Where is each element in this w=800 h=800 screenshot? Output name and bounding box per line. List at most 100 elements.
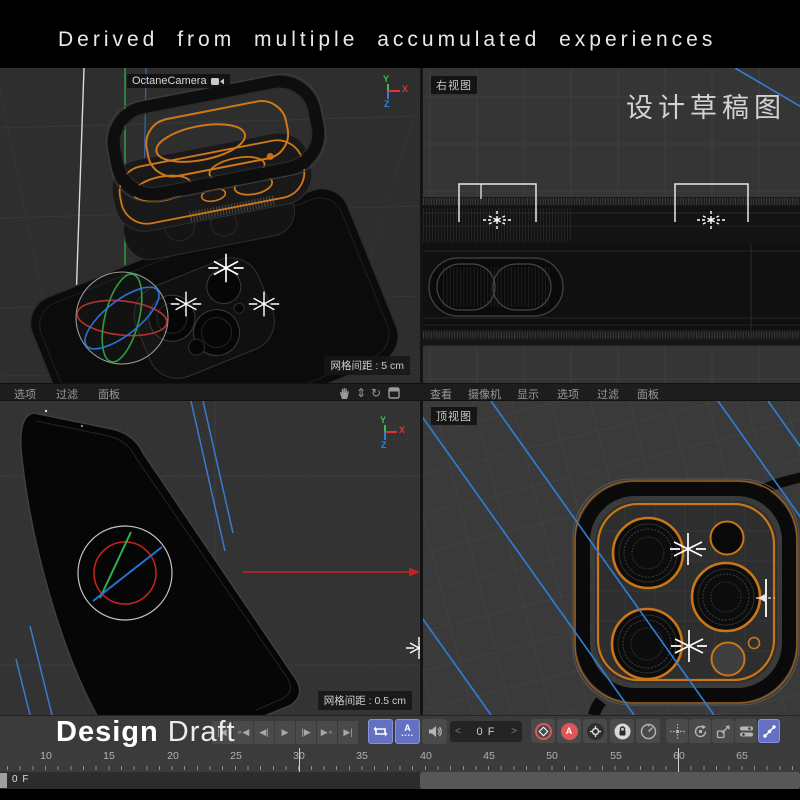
point-level-animation-icon xyxy=(762,724,777,739)
frame-value: 0 F xyxy=(477,726,496,738)
rotate-view-icon[interactable]: ↻ xyxy=(371,386,385,400)
bottom-margin xyxy=(0,789,800,800)
ruler-number: 20 xyxy=(158,750,188,762)
timeline-scrollbar[interactable] xyxy=(420,772,800,789)
frame-increment-arrow[interactable]: > xyxy=(511,726,517,737)
grid-spacing-label: 网格间距 : 5 cm xyxy=(324,356,410,375)
axis-z-label: Z xyxy=(381,440,387,450)
key-rotation-button[interactable] xyxy=(689,719,711,743)
camera-label[interactable]: OctaneCamera xyxy=(127,74,230,88)
viewport-perspective[interactable]: OctaneCamera Y X Z 网格间距 : 5 cm xyxy=(0,68,420,383)
watermark-text: 设计草稿图 xyxy=(626,86,786,125)
next-key-icon: ▶∘ xyxy=(321,727,334,738)
loop-icon xyxy=(373,725,388,738)
menu-filter-left[interactable]: 过滤 xyxy=(56,386,78,402)
viewport-back-view[interactable]: Y X Z 网格间距 : 0.5 cm xyxy=(0,401,420,715)
ruler-number: 50 xyxy=(537,750,567,762)
menu-camera[interactable]: 摄像机 xyxy=(468,386,501,402)
banner-title: Derived from multiple accumulated experi… xyxy=(58,28,716,52)
sound-button[interactable] xyxy=(422,719,447,744)
next-key-button[interactable]: ▶∘ xyxy=(317,721,338,744)
record-keyframe-icon xyxy=(535,723,552,740)
zoom-updown-icon[interactable]: ⇕ xyxy=(356,386,370,400)
play-icon: ▶ xyxy=(282,727,289,738)
axis-z-line xyxy=(384,432,386,440)
lock-icon xyxy=(614,723,631,740)
ruler-number: 15 xyxy=(94,750,124,762)
current-frame-field[interactable]: < 0 F > xyxy=(450,721,522,742)
axis-y-label: Y xyxy=(380,415,386,425)
key-position-button[interactable] xyxy=(666,719,688,743)
goto-end-icon: ▶| xyxy=(343,727,352,738)
perspective-canvas[interactable] xyxy=(0,68,420,383)
rotation-icon xyxy=(693,724,708,739)
ruler-number: 10 xyxy=(31,750,61,762)
menu-filter-right[interactable]: 过滤 xyxy=(597,386,619,402)
ruler-number: 45 xyxy=(474,750,504,762)
menu-display[interactable]: 显示 xyxy=(517,386,539,402)
menu-options-right[interactable]: 选项 xyxy=(557,386,579,402)
menu-panel-right[interactable]: 面板 xyxy=(637,386,659,402)
camera-icon xyxy=(211,77,225,86)
current-frame-label: 0 F xyxy=(12,774,29,785)
keyframe-display-button[interactable]: A ▪▪▪▪ xyxy=(395,719,420,744)
menu-panel-left[interactable]: 面板 xyxy=(98,386,120,402)
keyframe-display-icon: A ▪▪▪▪ xyxy=(401,724,414,740)
top-banner: Derived from multiple accumulated experi… xyxy=(0,0,800,68)
next-frame-button[interactable]: |▶ xyxy=(296,721,317,744)
parameter-icon xyxy=(739,725,754,738)
keying-lock-button[interactable] xyxy=(610,719,634,743)
timeline-ruler[interactable]: 10 15 20 25 30 35 40 45 50 55 60 65 xyxy=(0,748,800,772)
axis-x-line xyxy=(385,431,397,433)
prev-frame-button[interactable]: ◀| xyxy=(254,721,275,744)
autokey-button[interactable]: A xyxy=(557,719,581,743)
autokey-icon: A xyxy=(561,723,578,740)
key-lock-group xyxy=(610,719,660,743)
axis-x-line xyxy=(388,90,400,92)
viewport-right-view[interactable]: 右视图 设计草稿图 xyxy=(420,68,800,383)
design-title-regular: Draft xyxy=(168,716,236,748)
maximize-view-icon[interactable] xyxy=(387,386,401,400)
loop-playback-button[interactable] xyxy=(368,719,393,744)
goto-end-button[interactable]: ▶| xyxy=(338,721,359,744)
key-scale-button[interactable] xyxy=(712,719,734,743)
ruler-number: 35 xyxy=(347,750,377,762)
axis-z-line xyxy=(387,91,389,99)
keyframe-selection-button[interactable] xyxy=(583,719,607,743)
playhead[interactable] xyxy=(0,773,7,788)
prev-key-icon: ∘◀ xyxy=(237,727,250,738)
gauge-icon xyxy=(640,723,657,740)
camera-label-text: OctaneCamera xyxy=(132,75,207,87)
frame-decrement-arrow[interactable]: < xyxy=(455,726,461,737)
top-view-canvas[interactable] xyxy=(423,401,800,715)
menu-options-left[interactable]: 选项 xyxy=(14,386,36,402)
timeline-slider-row[interactable]: 0 F xyxy=(0,772,800,789)
key-parameter-button[interactable] xyxy=(735,719,757,743)
gear-icon xyxy=(587,723,604,740)
axis-x-label: X xyxy=(399,425,405,435)
timeline-track[interactable]: 0 F xyxy=(0,772,420,789)
next-frame-icon: |▶ xyxy=(301,727,310,738)
app-window: Derived from multiple accumulated experi… xyxy=(0,0,800,800)
ruler-number: 40 xyxy=(411,750,441,762)
axis-gizmo: Y X Z xyxy=(375,76,409,112)
menu-view[interactable]: 查看 xyxy=(430,386,452,402)
prev-key-button[interactable]: ∘◀ xyxy=(233,721,254,744)
ruler-marker-30 xyxy=(299,748,300,772)
design-draft-title: Design Draft xyxy=(56,716,236,749)
ruler-number: 55 xyxy=(601,750,631,762)
grid-spacing-label: 网格间距 : 0.5 cm xyxy=(318,691,412,710)
pan-hand-icon[interactable] xyxy=(338,386,352,400)
view-label-badge[interactable]: 右视图 xyxy=(431,76,477,94)
key-pla-button[interactable] xyxy=(758,719,780,743)
play-button[interactable]: ▶ xyxy=(275,721,296,744)
scale-icon xyxy=(716,724,731,739)
axis-z-label: Z xyxy=(384,99,390,109)
axis-gizmo: Y X Z xyxy=(372,417,406,453)
record-keyframe-button[interactable] xyxy=(531,719,555,743)
timing-gauge-button[interactable] xyxy=(636,719,660,743)
view-label-badge[interactable]: 顶视图 xyxy=(431,407,477,425)
viewport-menu-strip: 选项 过滤 面板 ⇕ ↻ 查看 摄像机 显示 选项 过滤 面板 xyxy=(0,383,800,401)
back-view-canvas[interactable] xyxy=(0,401,420,715)
viewport-top-view[interactable]: 顶视图 xyxy=(420,401,800,715)
